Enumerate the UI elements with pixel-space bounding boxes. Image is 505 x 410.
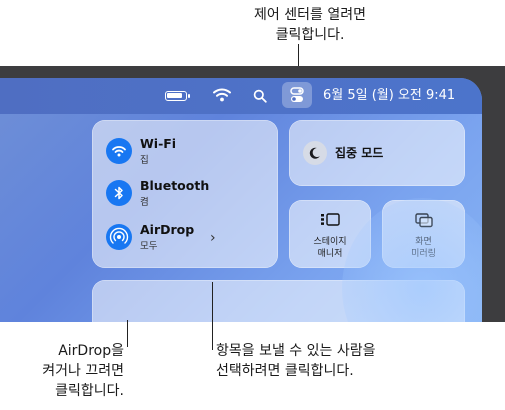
desktop: 6월 5일 (월) 오전 9:41 Wi-Fi 집 Bluetooth 켬 Ai… (0, 78, 482, 322)
wifi-status: 집 (140, 155, 149, 166)
screen-mirroring-tile[interactable]: 화면 미러링 (382, 200, 465, 268)
airdrop-status: 모두 (140, 241, 158, 252)
bluetooth-row[interactable]: Bluetooth 켬 (106, 176, 266, 212)
focus-tile[interactable]: 집중 모드 (289, 120, 465, 186)
bluetooth-toggle-icon[interactable] (106, 180, 132, 206)
share-callout: 항목을 보낼 수 있는 사람을 선택하려면 클릭합니다. (216, 343, 376, 379)
airdrop-callout-line (127, 320, 128, 347)
stage-manager-tile[interactable]: 스테이지 매니저 (289, 200, 371, 268)
bluetooth-label: Bluetooth (140, 178, 210, 193)
screen-mirroring-label: 화면 미러링 (411, 237, 436, 259)
wifi-icon[interactable] (213, 87, 231, 107)
wifi-toggle-icon[interactable] (106, 138, 132, 164)
stage-manager-label: 스테이지 매니저 (313, 237, 347, 259)
airdrop-label: AirDrop (140, 222, 195, 237)
airdrop-toggle-icon[interactable] (106, 224, 132, 250)
stage-manager-icon (289, 212, 371, 232)
control-center-icon[interactable] (282, 82, 312, 108)
menubar-datetime[interactable]: 6월 5일 (월) 오전 9:41 (323, 78, 455, 114)
mac-screen: 6월 5일 (월) 오전 9:41 Wi-Fi 집 Bluetooth 켬 Ai… (0, 66, 505, 322)
battery-icon[interactable] (165, 91, 190, 101)
wifi-row[interactable]: Wi-Fi 집 (106, 134, 266, 170)
chevron-right-icon[interactable]: › (210, 230, 216, 246)
share-callout-line (212, 282, 213, 350)
control-center-panel: Wi-Fi 집 Bluetooth 켬 AirDrop 모두 › 집중 모드 스… (92, 120, 480, 322)
network-tile: Wi-Fi 집 Bluetooth 켬 AirDrop 모두 › (92, 120, 278, 268)
bluetooth-status: 켬 (140, 197, 149, 208)
screen-mirroring-icon (382, 212, 465, 232)
airdrop-callout: AirDrop을 켜거나 끄려면 클릭합니다. (42, 343, 124, 399)
menu-bar: 6월 5일 (월) 오전 9:41 (0, 78, 482, 114)
moon-icon (303, 141, 327, 165)
next-tile (92, 280, 465, 322)
focus-label: 집중 모드 (335, 146, 384, 160)
airdrop-row[interactable]: AirDrop 모두 › (106, 220, 266, 256)
search-icon[interactable] (253, 88, 267, 107)
control-center-callout: 제어 센터를 열려면 클릭합니다. (254, 7, 366, 43)
wifi-label: Wi-Fi (140, 136, 177, 151)
